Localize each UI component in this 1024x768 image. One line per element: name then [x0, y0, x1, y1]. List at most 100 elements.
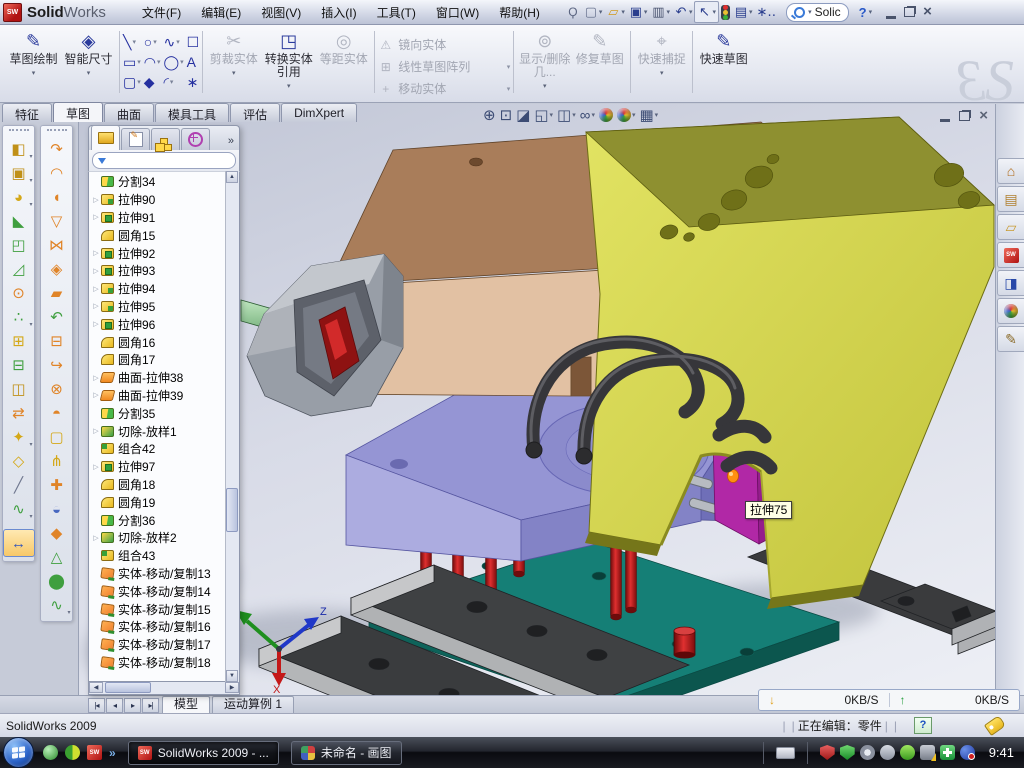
sheet-nav-button[interactable]: ▸ [124, 698, 141, 713]
tab-模具工具[interactable]: 模具工具 [155, 103, 229, 122]
menubar-item[interactable]: 工具(T) [367, 2, 426, 23]
tree-item[interactable]: 实体-移动/复制14 [91, 582, 239, 600]
tree-item[interactable]: 分割35 [91, 404, 239, 422]
move-face-button[interactable]: ✚ [43, 473, 71, 497]
polygon-button[interactable]: ◆ [144, 74, 161, 90]
expand-icon[interactable]: ▷ [91, 213, 101, 221]
swept-boss-button[interactable]: ↷ [43, 137, 71, 161]
sheet-nav-button[interactable]: ◂ [106, 698, 123, 713]
panel-tab-propertymanager[interactable] [121, 128, 150, 150]
doc-restore-button[interactable] [959, 111, 970, 121]
split-button[interactable]: ◫ [5, 377, 33, 401]
tooling-split-button[interactable]: ⊟ [43, 329, 71, 353]
scroll-up-button[interactable]: ▲ [226, 171, 238, 183]
tree-item[interactable]: 圆角19 [91, 493, 239, 511]
ruled-surface-button[interactable]: △ [43, 545, 71, 569]
tree-item[interactable]: ▷拉伸90 [91, 191, 239, 209]
dropdown-icon[interactable]: ▾ [543, 80, 547, 93]
insert-mold-folders-button[interactable]: ◓ [43, 401, 71, 425]
dropdown-icon[interactable]: ▾ [632, 111, 636, 119]
tree-item[interactable]: 组合42 [91, 440, 239, 458]
expand-icon[interactable]: ▷ [91, 427, 101, 435]
expand-icon[interactable]: ▷ [91, 249, 101, 257]
help-button[interactable]: ?▾ [859, 5, 872, 20]
expand-icon[interactable]: ▷ [91, 267, 101, 275]
dropdown-icon[interactable]: ▾ [29, 201, 32, 208]
join-button[interactable]: ⊟ [5, 353, 33, 377]
tray-wireless-icon[interactable] [920, 745, 935, 760]
dropdown-icon[interactable]: ▾ [572, 111, 576, 119]
quicklaunch-media[interactable] [65, 745, 80, 760]
tab-评估[interactable]: 评估 [230, 103, 280, 122]
menubar-item[interactable]: 插入(I) [311, 2, 366, 23]
scroll-down-button[interactable]: ▼ [226, 670, 238, 682]
shut-off-surface-button[interactable]: ▰ [43, 281, 71, 305]
tray-antivirus-icon[interactable] [820, 745, 835, 760]
sheet-nav-button[interactable]: |◂ [88, 698, 105, 713]
panel-tab-featuremanager[interactable] [91, 125, 120, 150]
extruded-boss-base-button[interactable]: ◧▾ [5, 137, 33, 161]
edit-appearance-button[interactable]: ▾ [617, 108, 636, 122]
print-button[interactable]: ▥▾ [649, 2, 672, 22]
mirror-button[interactable]: ⚠镜向实体 [378, 36, 510, 53]
dropdown-icon[interactable]: ▾ [232, 67, 236, 80]
macro-button[interactable]: ∗‥ [755, 2, 779, 22]
tree-item[interactable]: ▷拉伸93 [91, 262, 239, 280]
dropdown-icon[interactable]: ▾ [157, 58, 161, 66]
boundary-boss-button[interactable]: ◖ [43, 185, 71, 209]
ellipse-button[interactable]: ◯▾ [163, 54, 183, 70]
tree-filter-input[interactable] [92, 152, 236, 169]
scroll-thumb[interactable] [226, 488, 238, 532]
quick-snaps-button[interactable]: ⌖快速捕捉▾ [634, 29, 689, 80]
taskpane-tab-solidworks-resources[interactable]: SW [997, 242, 1024, 268]
tray-gear-icon[interactable] [860, 745, 875, 760]
expand-icon[interactable]: ▷ [91, 463, 101, 471]
taskbar-window-1[interactable]: SWSolidWorks 2009 - ... [128, 741, 279, 765]
dropdown-icon[interactable]: ▾ [591, 111, 595, 119]
dropdown-icon[interactable]: ▾ [621, 8, 625, 16]
restore-button[interactable] [904, 7, 915, 17]
corner-rectangle-button[interactable]: ▭▾ [123, 54, 141, 70]
panel-tabs-overflow[interactable]: » [228, 135, 234, 150]
scale-button[interactable]: ◒ [43, 497, 71, 521]
dropdown-icon[interactable]: ▾ [655, 111, 659, 119]
tree-item[interactable]: ▷拉伸92 [91, 244, 239, 262]
tree-item[interactable]: 实体-移动/复制18 [91, 654, 239, 672]
dropdown-icon[interactable]: ▾ [550, 111, 554, 119]
dropdown-icon[interactable]: ▾ [507, 63, 511, 71]
tray-power-icon[interactable] [900, 745, 915, 760]
search-input[interactable]: ▾ Solic [786, 3, 849, 22]
dropdown-icon[interactable]: ▾ [599, 8, 603, 16]
tab-曲面[interactable]: 曲面 [104, 103, 154, 122]
appearances-button[interactable] [599, 108, 613, 122]
tree-item[interactable]: 实体-移动/复制17 [91, 636, 239, 654]
pin-button[interactable]: Ϙ [564, 2, 582, 22]
spline-button[interactable]: ∿▾ [163, 34, 183, 50]
sketch-fillet-button[interactable]: ◜▾ [163, 74, 183, 90]
minimize-button[interactable] [886, 6, 896, 19]
radiate-surface-button[interactable]: ◆ [43, 521, 71, 545]
shell-button[interactable]: ◰ [5, 233, 33, 257]
tree-item[interactable]: 圆角17 [91, 351, 239, 369]
tree-item[interactable]: ▷拉伸91 [91, 209, 239, 227]
taskpane-tab-design-library[interactable]: ▤ [997, 186, 1024, 212]
dropdown-icon[interactable]: ▾ [32, 67, 36, 80]
toolbar-grip[interactable] [9, 129, 29, 135]
quicklaunch-messenger[interactable] [43, 745, 58, 760]
dropdown-icon[interactable]: ▾ [29, 513, 32, 520]
tree-item[interactable]: ▷切除-放样2 [91, 529, 239, 547]
taskbar-window-2[interactable]: 未命名 - 画图 [291, 741, 402, 765]
move-copy-bodies-button[interactable]: ⇄ [5, 401, 33, 425]
tree-item[interactable]: ▷曲面-拉伸38 [91, 369, 239, 387]
tree-item[interactable]: 分割36 [91, 511, 239, 529]
point-button[interactable]: ∗ [187, 74, 200, 90]
curve-button[interactable]: ∿▾ [5, 497, 33, 521]
circle-button[interactable]: ○▾ [144, 34, 161, 50]
quick-launch-overflow[interactable]: » [109, 746, 116, 760]
quick-tips-icon[interactable]: ? [914, 717, 932, 734]
linear-pattern-button[interactable]: ∴▾ [5, 305, 33, 329]
tray-volume-icon[interactable] [880, 745, 895, 760]
dropdown-icon[interactable]: ▾ [287, 80, 291, 93]
tree-item[interactable]: 实体-移动/复制16 [91, 618, 239, 636]
tree-item[interactable]: ▷拉伸94 [91, 280, 239, 298]
